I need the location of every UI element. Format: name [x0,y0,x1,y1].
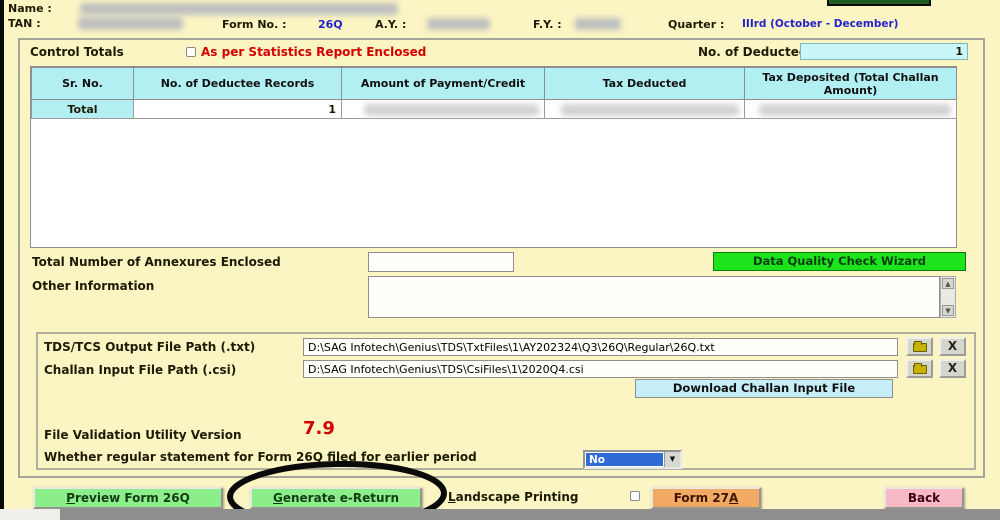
name-value-redacted [80,3,398,15]
control-totals-grid: Sr. No. No. of Deductee Records Amount o… [30,66,957,248]
screen-edge-left [0,0,4,509]
csi-browse-button[interactable] [906,359,933,378]
chevron-down-icon[interactable]: ▼ [664,452,680,467]
preview-form-26q-button[interactable]: Preview Form 26Q [33,487,223,509]
folder-icon [913,343,927,352]
txt-path-label: TDS/TCS Output File Path (.txt) [44,340,255,354]
name-label: Name : [8,2,52,15]
total-tax-deducted-redacted [545,100,745,119]
ay-label: A.Y. : [375,18,406,31]
form-27a-button[interactable]: Form 27A [651,487,761,509]
quarter-value: IIIrd (October - December) [742,18,898,30]
statistics-report-label: As per Statistics Report Enclosed [201,45,426,59]
col-sr-no: Sr. No. [32,68,134,100]
control-totals-table: Sr. No. No. of Deductee Records Amount o… [31,67,957,119]
tds-form26q-ereturn-screen: Name : TAN : Form No. : 26Q A.Y. : F.Y. … [0,0,1000,520]
download-challan-input-file-button[interactable]: Download Challan Input File [635,379,893,398]
other-information-textarea[interactable] [368,276,940,318]
tan-value-redacted [78,17,183,30]
scroll-up-icon[interactable]: ▲ [942,278,954,289]
statistics-report-checkbox[interactable] [186,47,196,57]
earlier-period-selected-value: No [586,453,663,466]
form-no-value: 26Q [318,18,343,31]
earlier-period-label: Whether regular statement for Form 26Q f… [44,450,477,464]
data-quality-check-wizard-button[interactable]: Data Quality Check Wizard [713,252,966,271]
txt-clear-button[interactable]: X [939,337,966,356]
annexures-input[interactable] [368,252,514,272]
form-no-label: Form No. : [222,18,287,31]
fy-label: F.Y. : [533,18,562,31]
screen-edge-bottom [60,509,1000,520]
generate-e-return-button[interactable]: Generate e-Return [250,487,422,509]
landscape-printing-label: Landscape Printing [448,490,579,504]
csi-path-label: Challan Input File Path (.csi) [44,363,236,377]
total-row-label: Total [32,100,134,119]
txt-path-input[interactable] [303,338,898,356]
close-icon: X [948,339,957,353]
col-amount-payment: Amount of Payment/Credit [342,68,545,100]
csi-clear-button[interactable]: X [939,359,966,378]
csi-path-input[interactable] [303,360,898,378]
no-of-deductees-label: No. of Deductees [698,45,814,59]
fvu-version-label: File Validation Utility Version [44,428,241,442]
total-records-value: 1 [134,100,342,119]
landscape-printing-checkbox[interactable] [630,491,640,501]
back-button[interactable]: Back [884,487,964,509]
other-information-label: Other Information [32,279,154,293]
table-header-row: Sr. No. No. of Deductee Records Amount o… [32,68,957,100]
earlier-period-dropdown[interactable]: No ▼ [583,450,682,469]
close-icon: X [948,361,957,375]
table-row: Total 1 [32,100,957,119]
col-tax-deducted: Tax Deducted [545,68,745,100]
no-of-deductees-input[interactable]: 1 [800,43,968,60]
col-tax-deposited: Tax Deposited (Total Challan Amount) [745,68,957,100]
ay-value-redacted [427,18,490,30]
total-tax-deposited-redacted [745,100,957,119]
fvu-version-value: 7.9 [303,418,335,439]
tan-label: TAN : [8,17,41,30]
other-information-scrollbar[interactable]: ▲ ▼ [940,276,956,318]
quarter-label: Quarter : [668,18,724,31]
cutoff-button-remnant [827,0,931,6]
control-totals-title: Control Totals [30,45,124,59]
annexures-label: Total Number of Annexures Enclosed [32,255,281,269]
col-deductee-records: No. of Deductee Records [134,68,342,100]
folder-icon [913,365,927,374]
txt-browse-button[interactable] [906,337,933,356]
screen-edge-bottom-left [0,509,60,520]
scroll-down-icon[interactable]: ▼ [942,305,954,316]
total-amount-redacted [342,100,545,119]
fy-value-redacted [575,18,621,30]
